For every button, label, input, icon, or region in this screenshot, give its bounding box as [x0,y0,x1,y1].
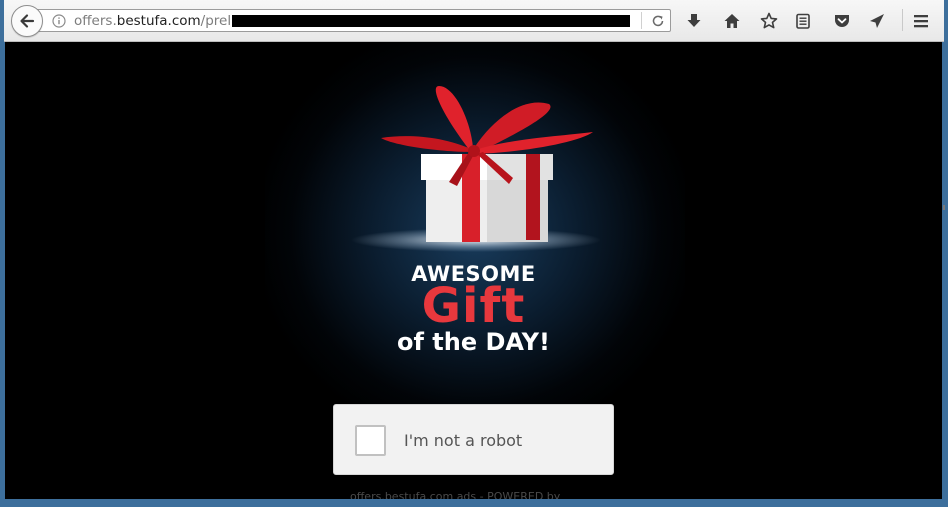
url-text[interactable]: offers.bestufa.com/prela [74,13,239,29]
url-separator [641,12,642,29]
info-icon[interactable] [52,14,66,28]
url-redaction [232,15,630,27]
reload-icon[interactable] [651,14,665,28]
pocket-icon[interactable] [832,11,852,31]
scrollbar-indicator[interactable] [943,205,945,210]
page-content: AWESOME Gift of the DAY! I'm not a robot… [5,42,942,499]
download-icon[interactable] [684,11,704,31]
browser-window: offers.bestufa.com/prela AWESOME Gift of… [0,0,948,507]
offer-title-gift: Gift [421,278,526,334]
home-icon[interactable] [722,11,742,31]
browser-toolbar: offers.bestufa.com/prela [4,0,944,42]
toolbar-divider [902,9,903,31]
back-button[interactable] [11,5,43,37]
back-arrow-icon [20,14,35,28]
footer-text: offers.bestufa.com ads - POWERED by [350,490,561,499]
captcha-label: I'm not a robot [404,431,523,450]
offer-title-day: of the DAY! [397,328,550,356]
reading-list-icon[interactable] [793,11,813,31]
captcha-widget: I'm not a robot [333,404,614,475]
url-bar[interactable]: offers.bestufa.com/prela [26,9,671,32]
url-prefix: offers. [74,13,117,29]
url-domain: bestufa.com [116,13,201,29]
send-tab-icon[interactable] [867,11,887,31]
menu-icon[interactable] [911,11,931,31]
captcha-checkbox[interactable] [355,425,386,456]
bookmark-star-icon[interactable] [759,11,779,31]
gift-box-image [351,86,601,252]
